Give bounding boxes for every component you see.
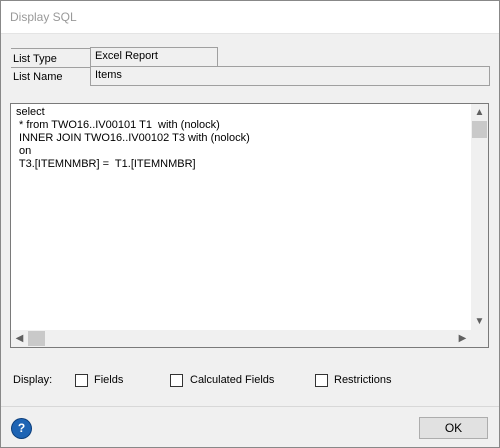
divider xyxy=(11,67,91,68)
horizontal-scrollbar[interactable]: ◀ ▶ xyxy=(11,330,471,347)
restrictions-checkbox[interactable] xyxy=(315,374,328,387)
sql-text[interactable]: select * from TWO16..IV00101 T1 with (no… xyxy=(16,106,250,171)
window-title: Display SQL xyxy=(10,10,77,24)
sql-text-area[interactable]: select * from TWO16..IV00101 T1 with (no… xyxy=(10,103,489,348)
fields-checkbox[interactable] xyxy=(75,374,88,387)
calculated-fields-checkbox-label[interactable]: Calculated Fields xyxy=(190,374,274,386)
list-name-field: Items xyxy=(90,66,490,86)
scrollbar-corner xyxy=(471,330,488,347)
help-icon[interactable]: ? xyxy=(12,419,31,438)
vertical-scrollbar[interactable]: ▲ ▼ xyxy=(471,104,488,330)
scroll-up-icon[interactable]: ▲ xyxy=(471,104,488,121)
fields-checkbox-label[interactable]: Fields xyxy=(94,374,123,386)
horizontal-scroll-thumb[interactable] xyxy=(28,331,45,346)
scroll-right-icon[interactable]: ▶ xyxy=(454,330,471,347)
restrictions-checkbox-label[interactable]: Restrictions xyxy=(334,374,391,386)
title-separator xyxy=(1,33,499,34)
footer-separator xyxy=(1,406,499,407)
display-label: Display: xyxy=(13,374,53,386)
scroll-left-icon[interactable]: ◀ xyxy=(11,330,28,347)
scroll-down-icon[interactable]: ▼ xyxy=(471,313,488,330)
list-type-field: Excel Report xyxy=(90,47,218,67)
list-type-label: List Type xyxy=(13,53,57,65)
display-sql-window: Display SQL List Type Excel Report List … xyxy=(0,0,500,448)
calculated-fields-checkbox[interactable] xyxy=(170,374,183,387)
list-name-label: List Name xyxy=(13,71,63,83)
ok-button[interactable]: OK xyxy=(419,417,488,439)
vertical-scroll-thumb[interactable] xyxy=(472,121,487,138)
divider xyxy=(11,48,91,49)
title-bar: Display SQL xyxy=(1,1,499,33)
